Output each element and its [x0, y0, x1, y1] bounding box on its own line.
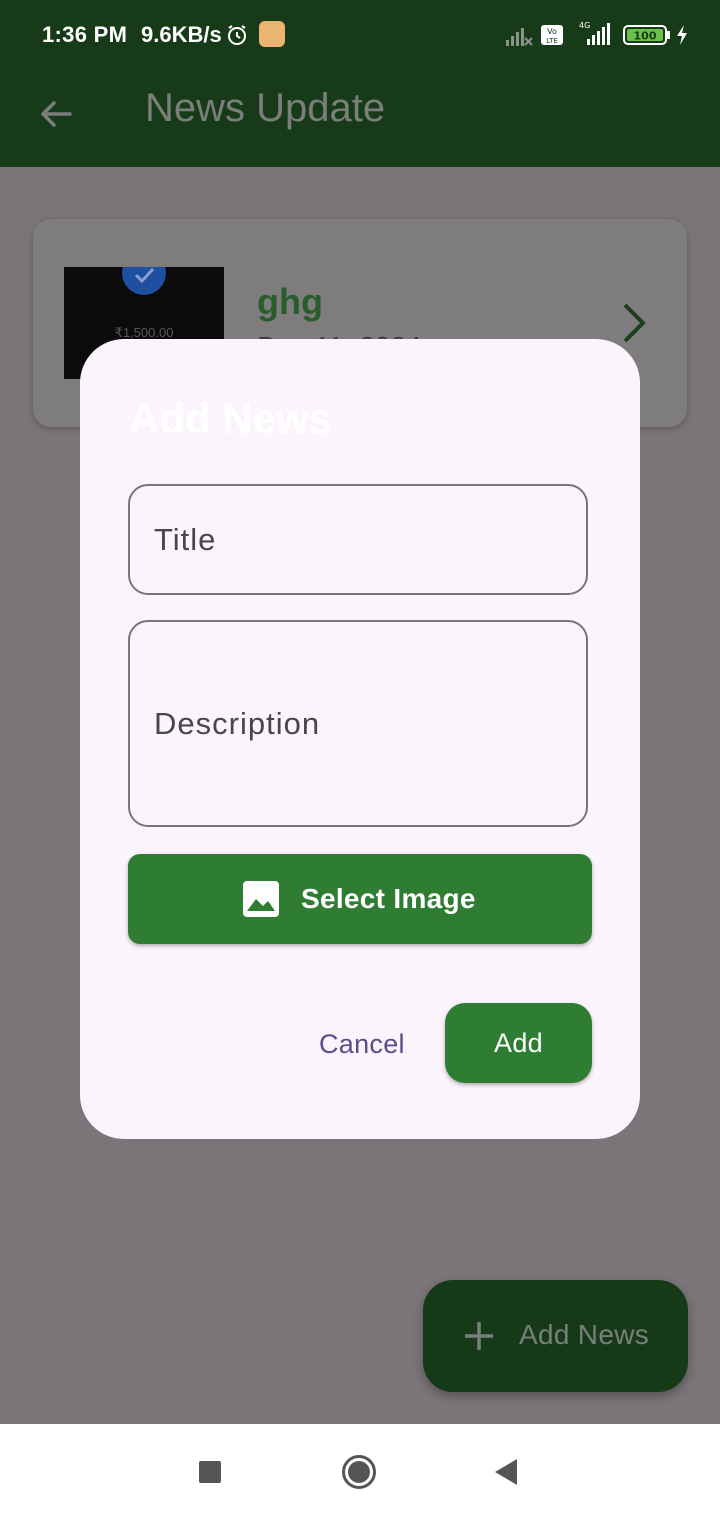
charging-icon [677, 25, 687, 45]
svg-text:LTE: LTE [546, 37, 558, 45]
home-icon[interactable] [341, 1454, 377, 1490]
recents-icon[interactable] [199, 1461, 221, 1483]
chevron-right-icon [623, 303, 646, 343]
svg-text:4G: 4G [579, 21, 590, 30]
status-bar: 1:36 PM 9.6KB/s Vo LTE 4G 100 [0, 0, 720, 70]
network-speed: 9.6KB/s [141, 22, 222, 47]
status-time: 1:36 PM [42, 22, 128, 47]
add-news-dialog: Add News Title Description Select Image … [80, 339, 640, 1139]
image-icon [243, 881, 279, 917]
signal-4g-icon: 4G [579, 21, 610, 45]
plus-icon [465, 1322, 493, 1350]
fab-label: Add News [519, 1319, 650, 1350]
app-notification-icon [259, 21, 285, 47]
select-image-button[interactable]: Select Image [128, 854, 592, 944]
volte-icon: Vo LTE [541, 25, 563, 45]
description-field[interactable]: Description [128, 620, 588, 827]
signal-icon [506, 28, 533, 46]
battery-icon: 100 [623, 25, 670, 45]
title-field-label: Title [154, 521, 217, 557]
news-title: ghg [257, 281, 323, 322]
add-button[interactable]: Add [445, 1003, 592, 1083]
page-title: News Update [145, 86, 386, 130]
dialog-title: Add News [129, 395, 333, 442]
cancel-button[interactable]: Cancel [308, 1005, 416, 1085]
title-field[interactable]: Title [128, 484, 588, 595]
app-bar: News Update [0, 70, 720, 167]
select-image-label: Select Image [301, 883, 476, 914]
arrow-left-icon[interactable] [36, 94, 76, 134]
cancel-label: Cancel [319, 1029, 405, 1059]
nav-back-icon[interactable] [494, 1457, 518, 1487]
description-field-label: Description [154, 705, 321, 741]
battery-level: 100 [634, 30, 657, 43]
svg-text:Vo: Vo [547, 27, 557, 36]
add-news-fab[interactable]: Add News [423, 1280, 688, 1392]
check-icon [122, 267, 166, 295]
system-nav-bar [0, 1424, 720, 1520]
alarm-icon [228, 25, 246, 45]
add-label: Add [494, 1028, 543, 1058]
